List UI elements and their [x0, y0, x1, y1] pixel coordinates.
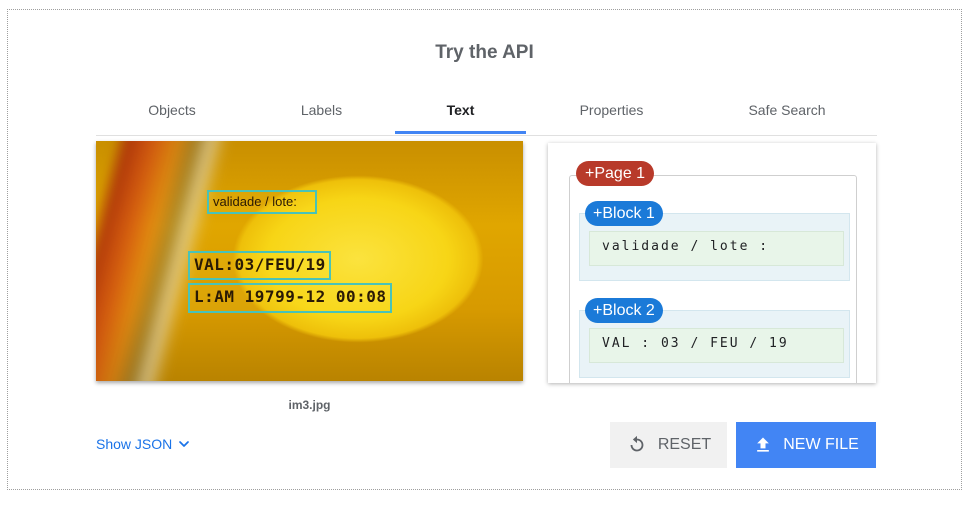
tab-text[interactable]: Text: [395, 86, 526, 134]
show-json-label: Show JSON: [96, 436, 173, 452]
chevron-down-icon: [179, 441, 190, 447]
tab-safe-search[interactable]: Safe Search: [697, 86, 877, 134]
block-1-badge[interactable]: +Block 1: [585, 201, 663, 226]
tab-bar: Objects Labels Text Properties Safe Sear…: [96, 86, 877, 136]
image-filename: im3.jpg: [288, 398, 331, 412]
tab-labels[interactable]: Labels: [248, 86, 395, 134]
demo-card: Try the API Objects Labels Text Properti…: [7, 9, 962, 490]
tab-objects[interactable]: Objects: [96, 86, 248, 134]
show-json-toggle[interactable]: Show JSON: [96, 436, 192, 452]
active-tab-indicator: [395, 131, 526, 134]
block-2-badge[interactable]: +Block 2: [585, 298, 663, 323]
section-title: Try the API: [435, 42, 534, 63]
new-file-button[interactable]: NEW FILE: [736, 422, 876, 468]
text-bounding-box: validade / lote:: [207, 190, 317, 214]
new-file-label: NEW FILE: [783, 436, 859, 453]
tab-properties[interactable]: Properties: [526, 86, 697, 134]
text-bounding-box: VAL:03/FEU/19: [188, 251, 331, 280]
upload-icon: [757, 437, 770, 452]
block-2-text: VAL : 03 / FEU / 19: [589, 328, 844, 363]
text-bounding-box: L:AM 19799-12 00:08: [188, 283, 392, 313]
reset-button[interactable]: RESET: [610, 422, 727, 468]
block-1-text: validade / lote :: [589, 231, 844, 266]
page-badge[interactable]: +Page 1: [576, 161, 655, 186]
text-results-panel[interactable]: +Page 1 validade / lote : +Block 1 VAL :…: [548, 143, 876, 383]
uploaded-image: validade / lote: VAL:03/FEU/19 L:AM 1979…: [96, 141, 523, 381]
reset-icon: [630, 435, 644, 452]
reset-label: RESET: [657, 436, 712, 453]
